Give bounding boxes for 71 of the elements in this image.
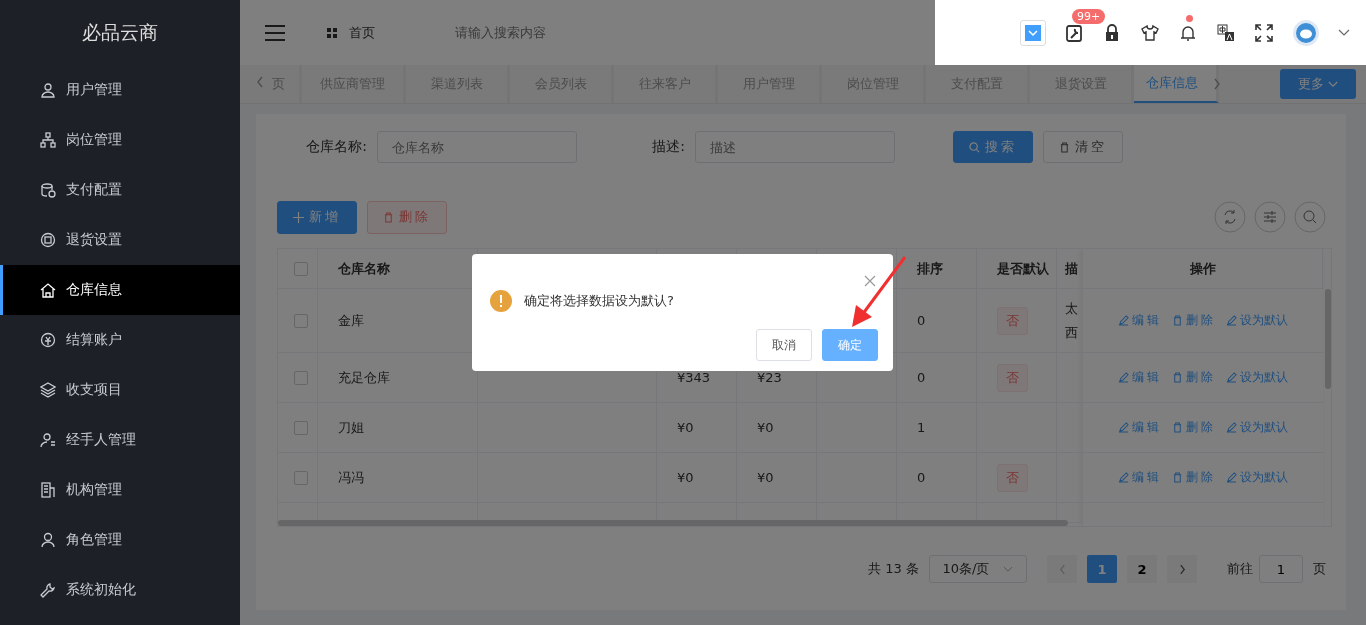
table-cell: 0 xyxy=(917,313,926,328)
action-link[interactable]: 设为默认 xyxy=(1226,369,1288,386)
sidebar-item[interactable]: 结算账户 xyxy=(0,315,240,365)
status-tag: 否 xyxy=(997,306,1028,335)
sidebar-item[interactable]: 仓库信息 xyxy=(0,265,240,315)
dialog-message: 确定将选择数据设为默认? xyxy=(524,292,674,310)
status-tag: 否 xyxy=(997,363,1028,392)
filter-label: 仓库名称: xyxy=(305,138,367,156)
delete-button[interactable]: 删除 xyxy=(367,200,447,234)
action-link[interactable]: 编辑 xyxy=(1118,419,1162,436)
table-cell: ¥0 xyxy=(677,470,694,485)
table-cell: 充足仓库 xyxy=(338,368,390,387)
sidebar-item[interactable]: 机构管理 xyxy=(0,465,240,515)
page-button[interactable]: 2 xyxy=(1127,555,1157,583)
sidebar-item[interactable]: 收支项目 xyxy=(0,365,240,415)
clear-button[interactable]: 清空 xyxy=(1043,131,1123,163)
table-cell: 刀姐 xyxy=(338,418,364,437)
goto-label: 前往 xyxy=(1227,560,1253,578)
page-button[interactable]: 1 xyxy=(1087,555,1117,583)
sidebar-item[interactable]: 支付配置 xyxy=(0,165,240,215)
table-cell: ¥0 xyxy=(757,420,774,435)
action-link[interactable]: 编辑 xyxy=(1118,369,1162,386)
input-field[interactable]: 仓库名称 xyxy=(377,131,577,163)
action-link[interactable]: 删除 xyxy=(1172,469,1216,486)
sidebar-item[interactable]: 系统初始化 xyxy=(0,565,240,615)
table-cell: ¥23 xyxy=(757,370,782,385)
column-header: 排序 xyxy=(917,259,943,278)
table-cell: 0 xyxy=(917,370,926,385)
tab[interactable]: 仓库信息 xyxy=(1134,65,1219,103)
column-header: 描 xyxy=(1065,259,1078,278)
table-cell: 1 xyxy=(917,420,926,435)
page-size-select[interactable]: 10条/页 xyxy=(929,555,1027,583)
table-cell: 西 xyxy=(1065,323,1078,342)
table-cell: 0 xyxy=(917,470,926,485)
more-button[interactable]: 更多 xyxy=(1280,69,1356,99)
action-link[interactable]: 编辑 xyxy=(1118,312,1162,329)
column-header: 仓库名称 xyxy=(338,259,390,278)
sidebar-item[interactable]: 角色管理 xyxy=(0,515,240,565)
table-cell: ¥0 xyxy=(757,470,774,485)
page-input[interactable]: 1 xyxy=(1259,555,1303,583)
sidebar-item[interactable]: 用户管理 xyxy=(0,65,240,115)
action-link[interactable]: 设为默认 xyxy=(1226,312,1288,329)
action-link[interactable]: 编辑 xyxy=(1118,469,1162,486)
breadcrumb-link[interactable]: 首页 xyxy=(349,23,375,42)
action-link[interactable]: 设为默认 xyxy=(1226,469,1288,486)
sidebar-item[interactable]: 退货设置 xyxy=(0,215,240,265)
sidebar-item[interactable]: 经手人管理 xyxy=(0,415,240,465)
column-header: 是否默认 xyxy=(997,259,1049,278)
total-count: 共 13 条 xyxy=(868,560,919,578)
input-field[interactable]: 描述 xyxy=(695,131,895,163)
confirm-button[interactable]: 确定 xyxy=(822,329,878,361)
table-cell: ¥343 xyxy=(677,370,711,385)
status-tag: 否 xyxy=(997,463,1028,492)
sidebar-item[interactable]: 岗位管理 xyxy=(0,115,240,165)
action-link[interactable]: 删除 xyxy=(1172,369,1216,386)
filter-label: 描述: xyxy=(651,138,685,156)
search-button[interactable]: 搜索 xyxy=(953,131,1033,163)
column-header: 操作 xyxy=(1189,259,1216,278)
table-cell: 冯冯 xyxy=(338,468,364,487)
table-cell: 太 xyxy=(1065,299,1078,318)
notification-badge: 99+ xyxy=(1072,8,1106,24)
page-suffix: 页 xyxy=(1313,560,1326,578)
add-button[interactable]: 新增 xyxy=(277,200,357,234)
action-link[interactable]: 删除 xyxy=(1172,419,1216,436)
table-cell: ¥0 xyxy=(677,420,694,435)
cancel-button[interactable]: 取消 xyxy=(756,329,812,361)
action-link[interactable]: 删除 xyxy=(1172,312,1216,329)
action-link[interactable]: 设为默认 xyxy=(1226,419,1288,436)
search-field[interactable]: 请输入搜索内容 xyxy=(453,24,657,41)
table-cell: 金库 xyxy=(338,311,364,330)
app-logo: 必品云商 xyxy=(81,19,159,45)
